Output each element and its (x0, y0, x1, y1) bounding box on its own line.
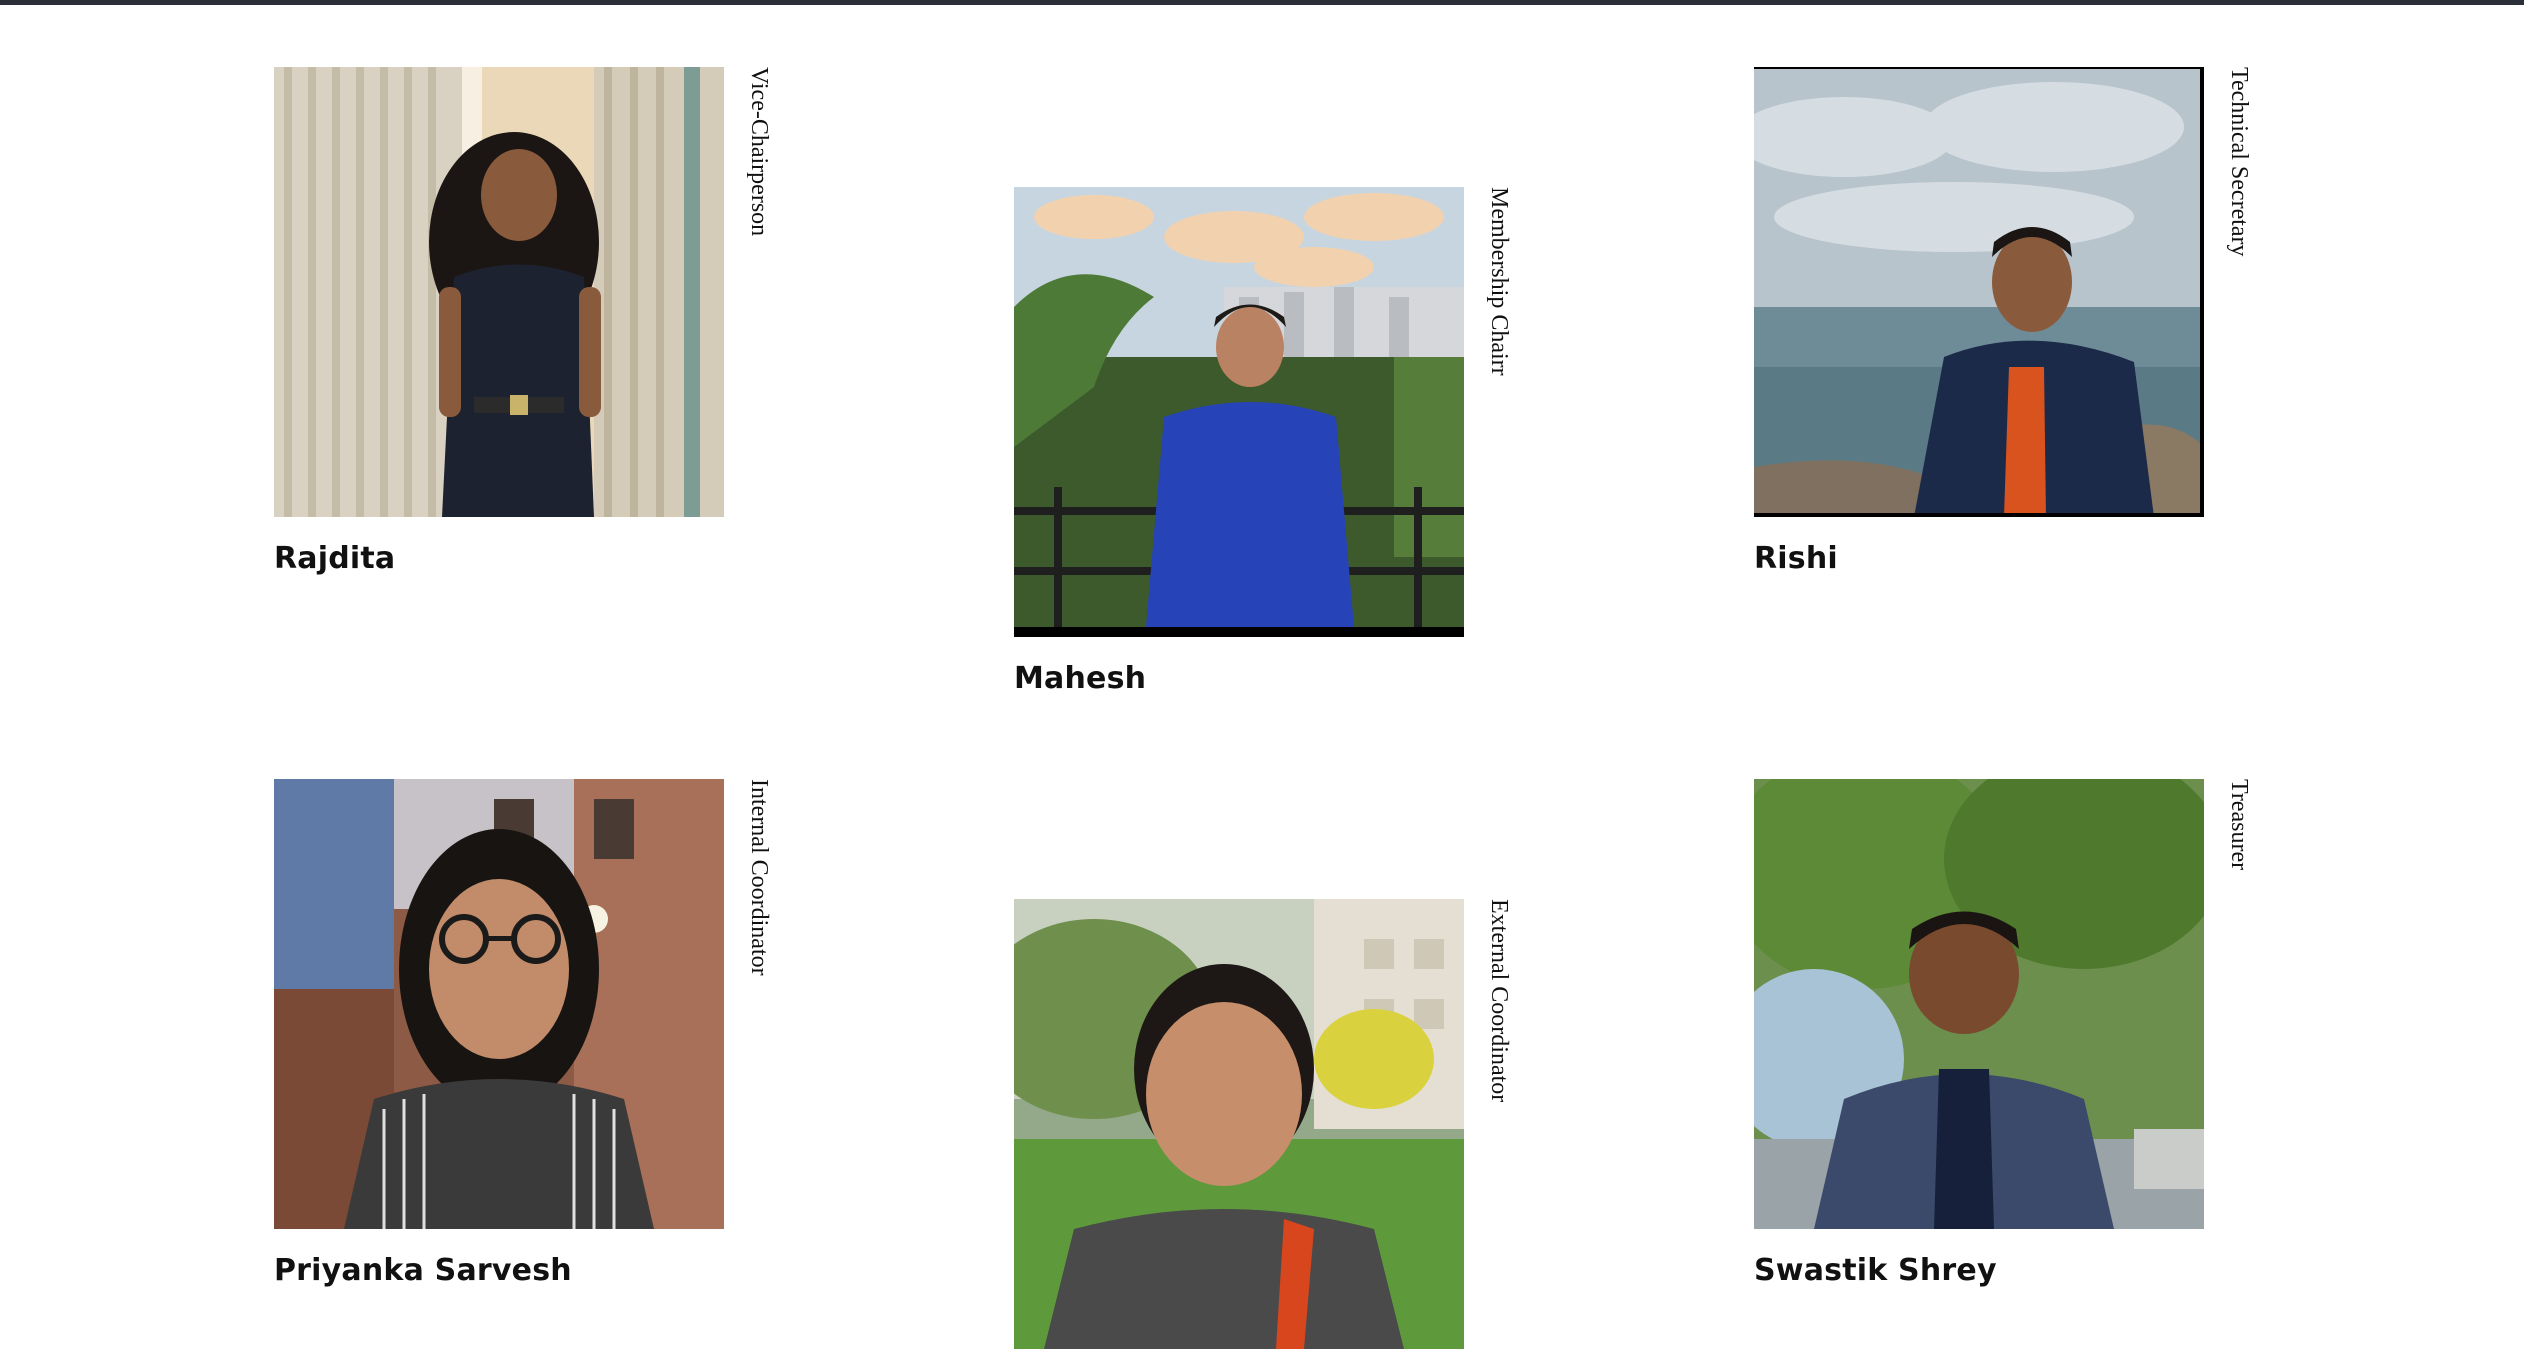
member-role: Membership Chairr (1486, 187, 1512, 376)
member-role: Technical Secretary (2226, 67, 2252, 257)
member-photo (1754, 67, 2204, 517)
member-role: Vice-Chairperson (746, 67, 772, 237)
member-role: Treasurer (2226, 779, 2252, 871)
member-photo (1014, 899, 1464, 1349)
member-name[interactable]: Rajdita (274, 541, 395, 576)
member-role: Internal Coordinator (746, 779, 772, 976)
member-photo (1754, 779, 2204, 1229)
member-name[interactable]: Mahesh (1014, 661, 1146, 696)
member-name[interactable]: Priyanka Sarvesh (274, 1253, 572, 1288)
member-name[interactable]: Swastik Shrey (1754, 1253, 1997, 1288)
member-photo (274, 67, 724, 517)
member-role: External Coordinator (1486, 899, 1512, 1103)
member-photo (274, 779, 724, 1229)
top-bar (0, 0, 2524, 5)
member-photo (1014, 187, 1464, 637)
member-name[interactable]: Rishi (1754, 541, 1838, 576)
